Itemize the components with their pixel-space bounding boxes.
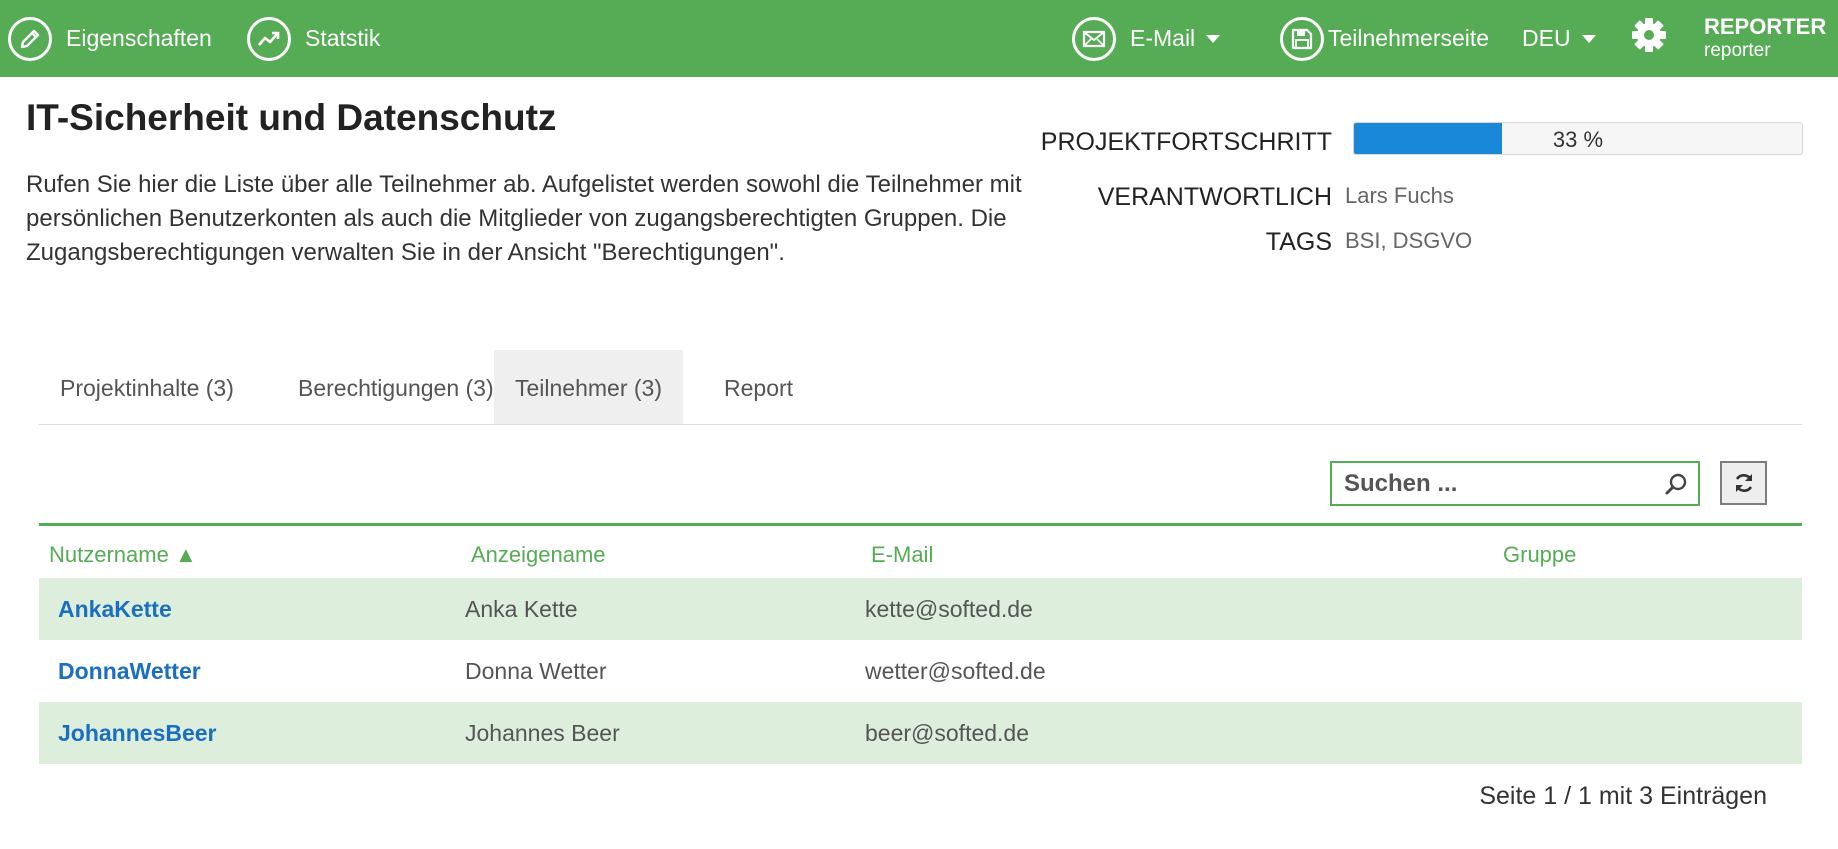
progress-text: 33 % <box>1552 127 1604 152</box>
username-link[interactable]: AnkaKette <box>58 596 172 623</box>
display-name-cell: Johannes Beer <box>465 720 620 746</box>
participants-table: Nutzername ▲ Anzeigename E-Mail Gruppe A… <box>39 523 1802 764</box>
project-progress-bar: 33 % <box>1353 122 1803 155</box>
chevron-down-icon <box>1581 34 1596 43</box>
statistics-label: Statstik <box>305 25 381 51</box>
column-group[interactable]: Gruppe <box>1503 542 1576 568</box>
page-title: IT-Sicherheit und Datenschutz <box>26 97 557 138</box>
language-dropdown[interactable]: DEU <box>1522 0 1597 77</box>
statistics-nav-item[interactable]: Statstik <box>247 0 380 77</box>
envelope-icon <box>1072 16 1116 61</box>
tab-project-contents[interactable]: Projektinhalte (3) <box>39 350 255 424</box>
refresh-icon <box>1735 474 1752 492</box>
table-row: AnkaKette Anka Kette kette@softed.de <box>39 578 1802 640</box>
display-name-cell: Anka Kette <box>465 596 578 622</box>
gear-icon <box>1632 18 1666 52</box>
column-display-name[interactable]: Anzeigename <box>471 542 606 568</box>
user-role: reporter <box>1704 40 1771 61</box>
pagination-info: Seite 1 / 1 mit 3 Einträgen <box>1479 782 1767 810</box>
display-name-cell: Donna Wetter <box>465 658 607 684</box>
table-row: DonnaWetter Donna Wetter wetter@softed.d… <box>39 640 1802 702</box>
refresh-button[interactable] <box>1720 461 1767 505</box>
floppy-disk-icon <box>1280 16 1324 61</box>
username-link[interactable]: DonnaWetter <box>58 658 201 685</box>
user-name: REPORTER <box>1704 14 1827 39</box>
tab-report[interactable]: Report <box>703 350 814 424</box>
tags-value: BSI, DSGVO <box>1345 228 1473 253</box>
column-email[interactable]: E-Mail <box>871 542 933 568</box>
email-cell: kette@softed.de <box>865 596 1033 622</box>
table-header: Nutzername ▲ Anzeigename E-Mail Gruppe <box>39 526 1802 578</box>
search-input[interactable] <box>1332 463 1666 504</box>
settings-gear-button[interactable] <box>1628 14 1670 56</box>
tab-bar: Projektinhalte (3) Berechtigungen (3) Te… <box>39 350 1802 425</box>
top-navigation-bar: Eigenschaften Statstik E-Mail Teilnehmer… <box>0 0 1838 77</box>
email-cell: beer@softed.de <box>865 720 1030 746</box>
properties-label: Eigenschaften <box>66 25 212 51</box>
participant-page-link[interactable]: Teilnehmerseite <box>1280 0 1489 77</box>
tab-permissions[interactable]: Berechtigungen (3) <box>277 350 515 424</box>
participant-page-label: Teilnehmerseite <box>1328 25 1490 51</box>
pencil-icon <box>8 16 52 61</box>
search-box <box>1330 461 1700 506</box>
trend-up-icon <box>247 16 291 61</box>
chevron-down-icon <box>1206 34 1221 43</box>
user-menu[interactable]: REPORTER reporter <box>1704 14 1826 62</box>
username-link[interactable]: JohannesBeer <box>58 720 217 747</box>
page-description: Rufen Sie hier die Liste über alle Teiln… <box>26 171 1022 266</box>
tags-label: TAGS <box>1265 228 1332 256</box>
table-row: JohannesBeer Johannes Beer beer@softed.d… <box>39 702 1802 764</box>
email-dropdown[interactable]: E-Mail <box>1072 0 1221 77</box>
column-username[interactable]: Nutzername ▲ <box>49 542 197 568</box>
email-cell: wetter@softed.de <box>865 658 1046 684</box>
search-icon[interactable] <box>1664 472 1688 496</box>
email-label: E-Mail <box>1130 25 1196 51</box>
progress-label: PROJEKTFORTSCHRITT <box>1040 128 1332 156</box>
language-label: DEU <box>1522 25 1571 51</box>
responsible-value: Lars Fuchs <box>1345 183 1454 208</box>
properties-nav-item[interactable]: Eigenschaften <box>8 0 212 77</box>
responsible-label: VERANTWORTLICH <box>1097 183 1332 211</box>
tab-participants[interactable]: Teilnehmer (3) <box>494 350 683 424</box>
